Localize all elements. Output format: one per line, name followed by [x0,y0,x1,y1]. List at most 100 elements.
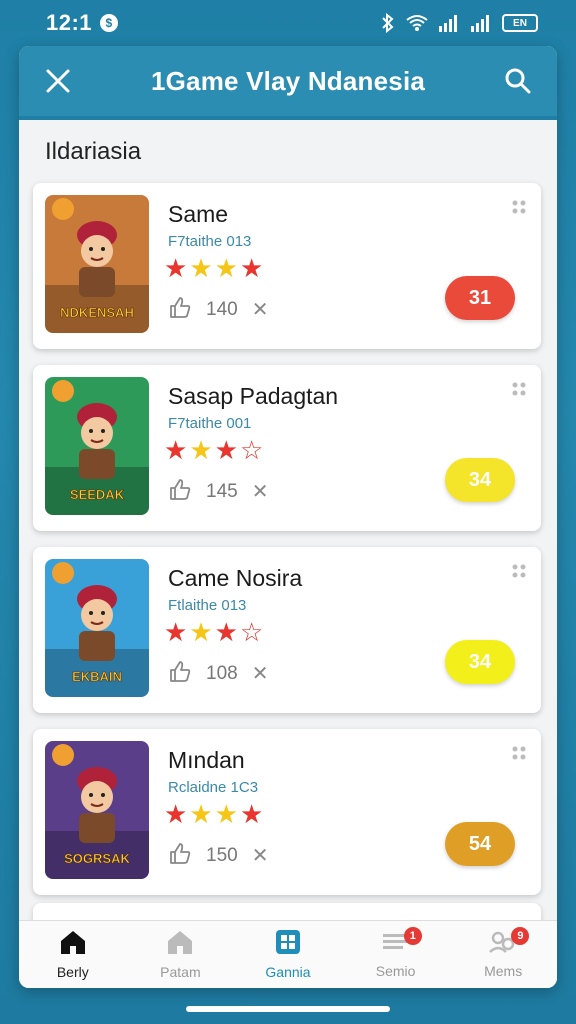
dismiss-icon[interactable]: ✕ [252,479,269,504]
game-subtitle: Ftlaithe 013 [168,597,247,614]
nav-item-semio[interactable]: Semio 1 [342,921,450,988]
game-card[interactable]: NDKENSAH Same F7taithe 013 ★ ★ ★ ★ 140 ✕ 31 [33,183,541,349]
signal-icon [439,15,457,32]
star-icon: ★ [164,435,188,465]
score-badge[interactable]: 34 [445,640,515,684]
score-badge[interactable]: 54 [445,822,515,866]
search-icon [505,68,531,94]
game-thumbnail[interactable]: NDKENSAH [45,195,149,333]
thumbs-up-icon[interactable] [168,841,192,870]
nav-item-gannia[interactable]: Gannia [234,921,342,988]
game-meta: 150 ✕ [168,841,268,870]
score-badge[interactable]: 31 [445,276,515,320]
notification-badge: 9 [511,927,530,945]
score-badge[interactable]: 34 [445,458,515,502]
star-icon: ★ [164,253,188,283]
status-time: 12:1 $ [46,10,119,36]
drag-handle-icon[interactable] [511,745,527,761]
thumbs-up-icon[interactable] [168,477,192,506]
game-meta: 108 ✕ [168,659,268,688]
game-card[interactable]: EKBAIN Came Nosira Ftlaithe 013 ★ ★ ★ ☆ 108… [33,547,541,713]
star-icon: ★ [214,617,238,647]
star-icon: ☆ [239,617,264,647]
star-icon: ★ [189,799,213,829]
game-meta: 140 ✕ [168,295,268,324]
game-card[interactable]: SOGRSAK Mından Rclaidne 1C3 ★ ★ ★ ★ 150 ✕ 5… [33,729,541,895]
nav-label: Berly [56,964,89,980]
nav-item-berly[interactable]: Berly [19,921,127,988]
game-meta: 145 ✕ [168,477,268,506]
wifi-icon [406,15,428,31]
home-outline-icon [166,929,194,960]
nav-item-patam[interactable]: Patam [127,921,235,988]
dismiss-icon[interactable]: ✕ [252,661,269,686]
status-icons: EN [380,13,538,33]
game-logo-text: NDKENSAH [60,305,134,320]
thumbs-up-icon[interactable] [168,659,192,688]
notification-icon: $ [100,14,119,32]
star-icon: ★ [189,435,213,465]
star-icon: ★ [189,617,213,647]
star-icon: ☆ [239,435,264,465]
star-rating: ★ ★ ★ ★ [164,801,263,827]
dismiss-icon[interactable]: ✕ [252,297,269,322]
clock: 12:1 [46,10,93,35]
game-title[interactable]: Mından [168,747,245,774]
game-logo-text: EKBAIN [72,669,122,684]
game-title[interactable]: Sasap Padagtan [168,383,338,410]
like-count: 108 [206,662,238,684]
notification-badge: 1 [403,927,422,945]
like-count: 150 [206,844,238,866]
page-title: 1Game Vlay Ndanesia [150,65,426,96]
star-icon: ★ [189,253,213,283]
like-count: 140 [206,298,238,320]
star-icon: ★ [214,799,238,829]
game-art-image: EKBAIN [45,559,149,697]
star-icon: ★ [239,253,264,283]
close-button[interactable] [41,64,75,98]
star-icon: ★ [164,617,188,647]
game-title[interactable]: Came Nosira [168,565,302,592]
game-thumbnail[interactable]: SOGRSAK [45,741,149,879]
star-icon: ★ [214,253,238,283]
bluetooth-icon [382,13,394,33]
close-icon [46,69,70,93]
app-window: 1Game Vlay Ndanesia Ildariasia NDKENSAH … [19,46,557,988]
search-button[interactable] [501,64,535,98]
nav-item-mems[interactable]: Mems 9 [449,921,557,988]
drag-handle-icon[interactable] [511,381,527,397]
battery-icon: EN [502,14,538,32]
drag-handle-icon[interactable] [511,199,527,215]
game-subtitle: F7taithe 013 [168,233,252,250]
like-count: 145 [206,480,238,502]
signal-icon-2 [471,15,489,32]
grid-icon [275,929,301,960]
star-icon: ★ [164,799,188,829]
nav-label: Patam [160,964,201,980]
status-bar: 12:1 $ EN [0,0,576,46]
game-art-image: SOGRSAK [45,741,149,879]
game-logo-text: SOGRSAK [64,851,130,866]
bottom-nav: Berly Patam Gannia Semio 1 Mems 9 [19,920,557,988]
section-title: Ildariasia [45,138,142,165]
game-thumbnail[interactable]: EKBAIN [45,559,149,697]
game-art-image: SEEDAK [45,377,149,515]
star-icon: ★ [214,435,238,465]
star-rating: ★ ★ ★ ★ [164,255,263,281]
app-header: 1Game Vlay Ndanesia [19,46,557,120]
game-card[interactable]: SEEDAK Sasap Padagtan F7taithe 001 ★ ★ ★ ☆ … [33,365,541,531]
star-rating: ★ ★ ★ ☆ [164,619,263,645]
nav-label: Semio [375,963,416,979]
game-title[interactable]: Same [168,201,228,228]
drag-handle-icon[interactable] [511,563,527,579]
game-subtitle: F7taithe 001 [168,415,252,432]
game-list: NDKENSAH Same F7taithe 013 ★ ★ ★ ★ 140 ✕ 31 [33,183,541,911]
star-icon: ★ [239,799,264,829]
game-logo-text: SEEDAK [70,487,125,502]
dismiss-icon[interactable]: ✕ [252,843,269,868]
nav-label: Mems [484,963,523,979]
home-indicator[interactable] [186,1006,390,1012]
thumbs-up-icon[interactable] [168,295,192,324]
home-filled-icon [59,929,87,960]
game-thumbnail[interactable]: SEEDAK [45,377,149,515]
